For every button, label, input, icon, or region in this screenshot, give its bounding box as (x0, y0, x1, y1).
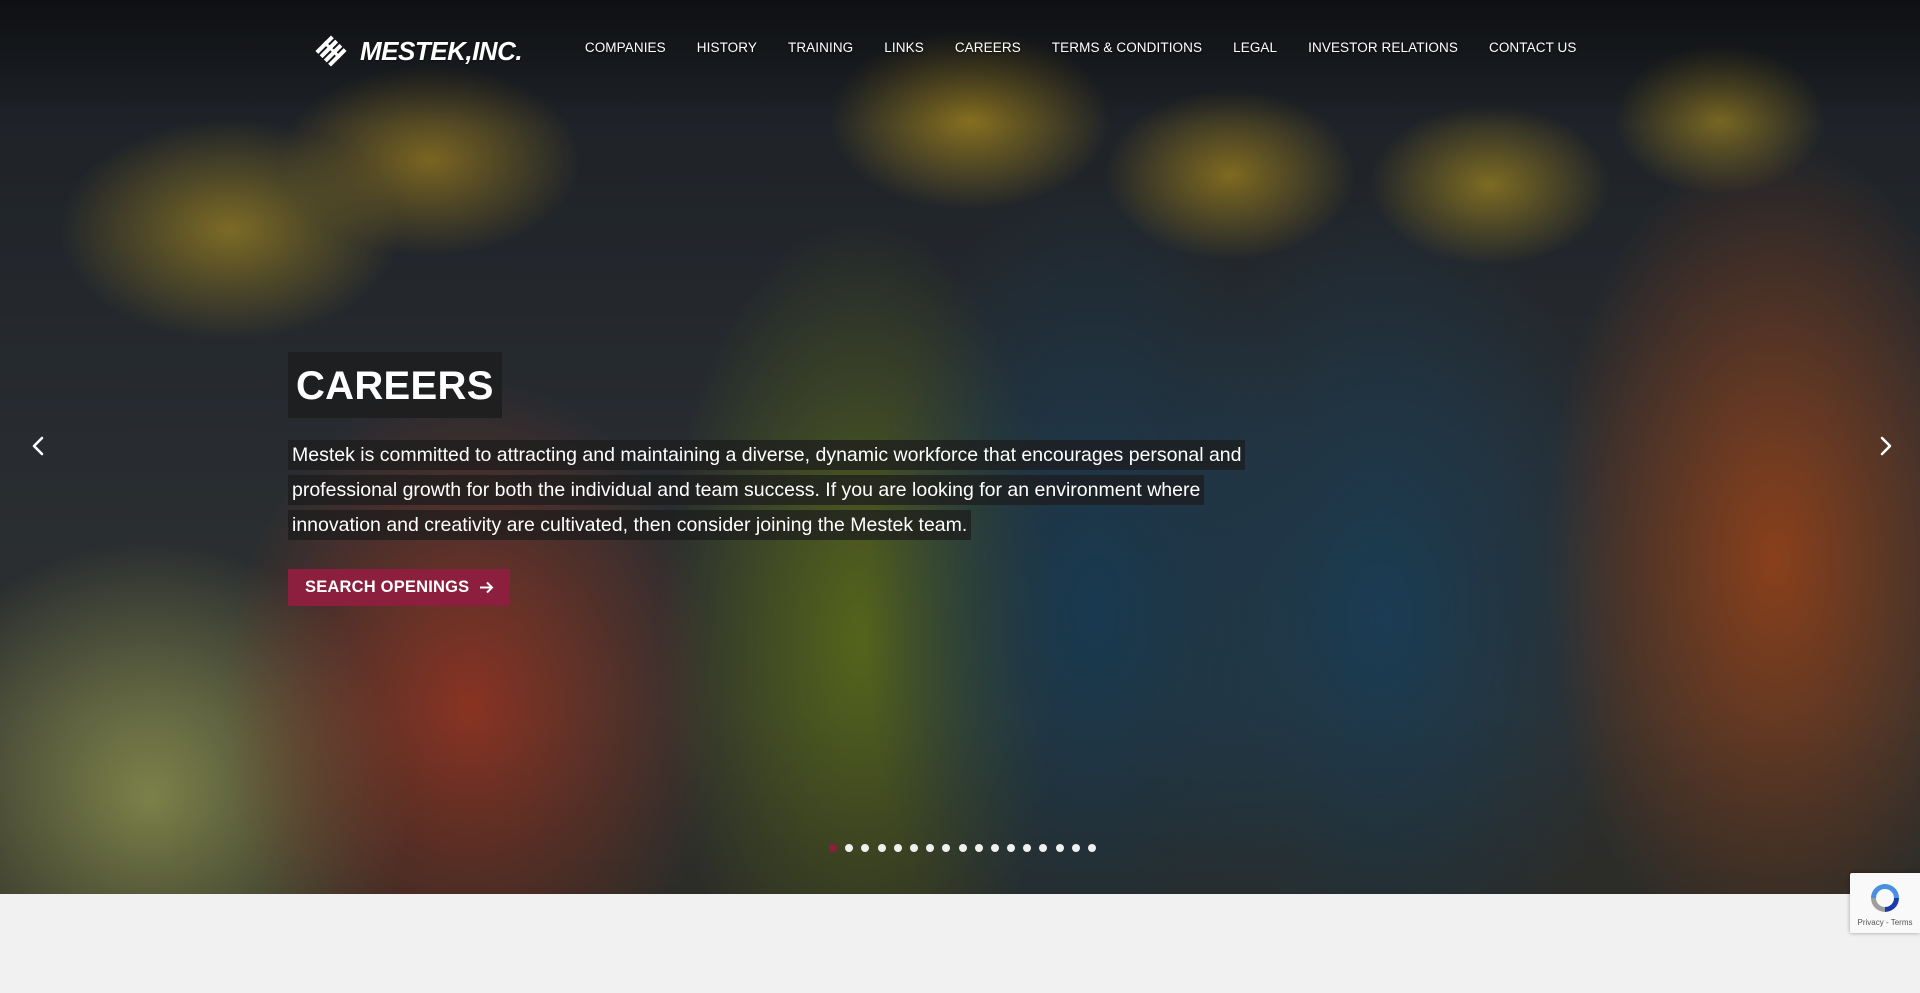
carousel-dot-1[interactable] (829, 844, 837, 852)
carousel-dot-14[interactable] (1039, 844, 1048, 852)
carousel-dot-12[interactable] (1007, 844, 1016, 852)
carousel-dot-9[interactable] (958, 844, 967, 852)
logo[interactable]: MESTEK,INC. (310, 30, 523, 72)
carousel-dot-13[interactable] (1023, 844, 1032, 852)
carousel-dot-4[interactable] (877, 844, 886, 852)
recaptcha-icon (1871, 884, 1899, 912)
nav-training[interactable]: TRAINING (772, 40, 868, 55)
nav-companies[interactable]: COMPANIES (569, 40, 681, 55)
hero-description: Mestek is committed to attracting and ma… (288, 440, 1246, 540)
main-nav: COMPANIES HISTORY TRAINING LINKS CAREERS… (569, 40, 1592, 55)
recaptcha-badge[interactable]: Privacy - Terms (1850, 873, 1920, 933)
carousel-dot-10[interactable] (974, 844, 983, 852)
carousel-dot-7[interactable] (926, 844, 935, 852)
header: MESTEK,INC. COMPANIES HISTORY TRAINING L… (0, 0, 1920, 100)
search-openings-button[interactable]: SEARCH OPENINGS (288, 569, 511, 606)
nav-legal[interactable]: LEGAL (1218, 40, 1293, 55)
carousel-dot-2[interactable] (845, 844, 854, 852)
nav-contact-us[interactable]: CONTACT US (1473, 40, 1592, 55)
nav-investor-relations[interactable]: INVESTOR RELATIONS (1293, 40, 1474, 55)
carousel-dots (829, 844, 1096, 852)
carousel-dot-15[interactable] (1055, 844, 1064, 852)
carousel-dot-17[interactable] (1088, 844, 1096, 852)
arrow-right-icon (480, 581, 494, 594)
carousel-dot-3[interactable] (861, 844, 870, 852)
carousel-dot-11[interactable] (990, 844, 999, 852)
carousel-dot-16[interactable] (1071, 844, 1080, 852)
carousel-dot-8[interactable] (942, 844, 951, 852)
hero-title: CAREERS (288, 352, 502, 418)
hero-content: CAREERS Mestek is committed to attractin… (288, 352, 1248, 606)
recaptcha-links[interactable]: Privacy - Terms (1858, 918, 1913, 927)
carousel-dot-6[interactable] (909, 844, 918, 852)
mestek-logo-icon (315, 35, 347, 67)
logo-text: MESTEK,INC. (360, 35, 523, 66)
carousel-dot-5[interactable] (893, 844, 902, 852)
search-openings-label: SEARCH OPENINGS (305, 578, 470, 596)
chevron-left-icon[interactable] (27, 434, 51, 458)
nav-links[interactable]: LINKS (869, 40, 940, 55)
nav-terms-conditions[interactable]: TERMS & CONDITIONS (1036, 40, 1217, 55)
nav-history[interactable]: HISTORY (681, 40, 772, 55)
nav-careers[interactable]: CAREERS (939, 40, 1036, 55)
hero-description-block: Mestek is committed to attracting and ma… (288, 438, 1248, 543)
chevron-right-icon[interactable] (1873, 434, 1897, 458)
